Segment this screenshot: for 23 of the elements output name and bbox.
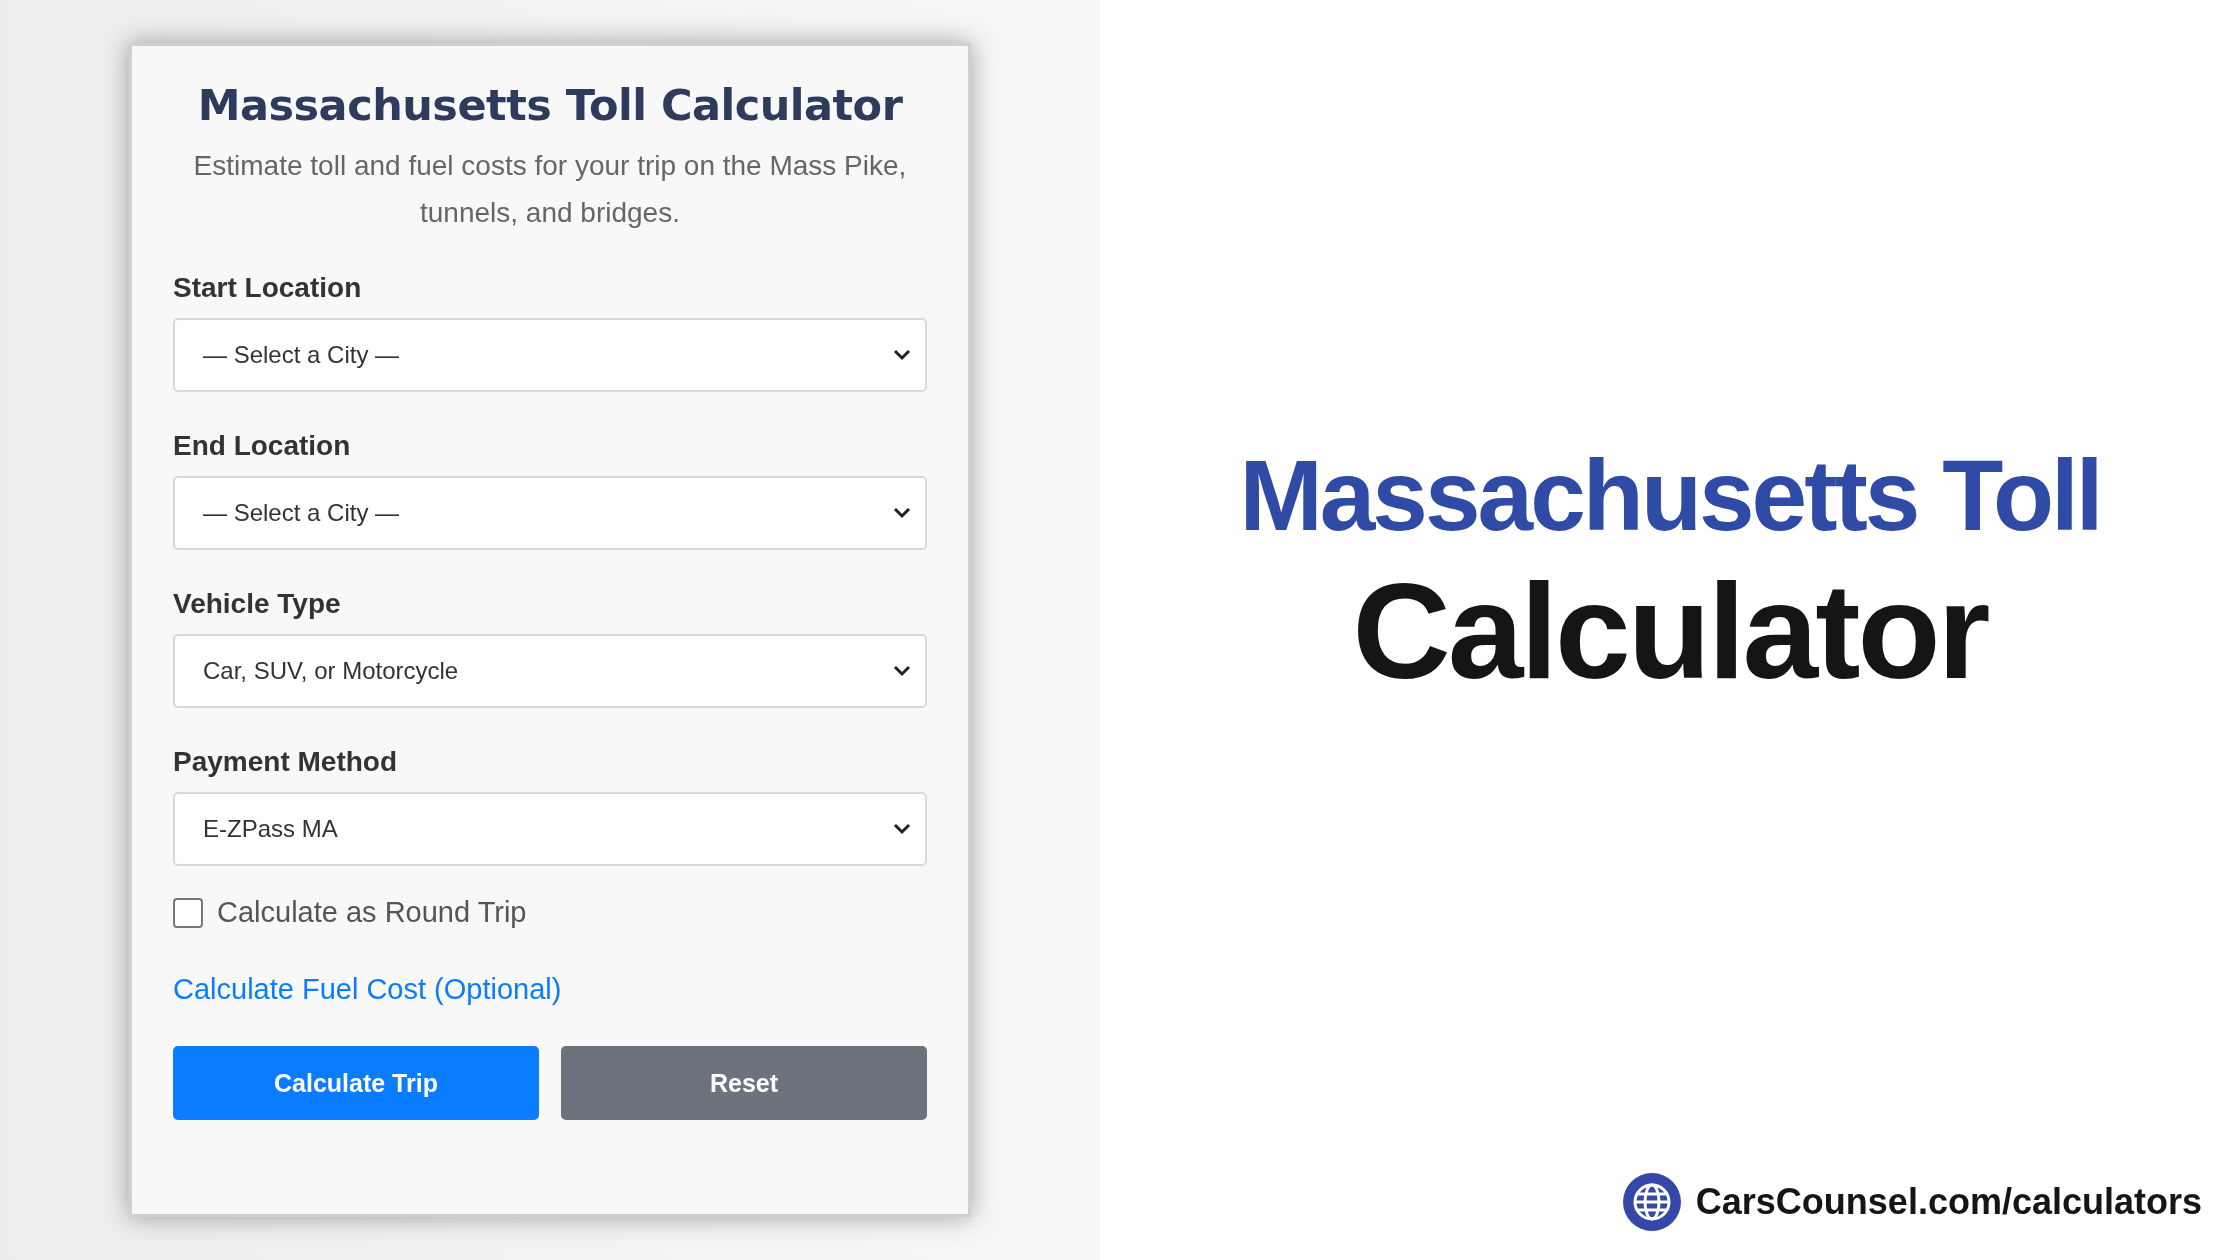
chevron-icon	[893, 349, 911, 361]
field-label: Start Location	[173, 272, 362, 304]
field-label: Payment Method	[173, 746, 398, 778]
globe-icon	[1621, 1172, 1682, 1232]
dropdown[interactable]: — Select a City —	[173, 318, 927, 392]
website-url: CarsCounsel.com/calculators	[1695, 1181, 2202, 1223]
chevron-icon	[893, 665, 911, 677]
headline: Calculator	[1352, 554, 1988, 709]
form-title: Massachusetts Toll Calculator	[196, 80, 904, 130]
dropdown[interactable]: E-ZPass MA	[173, 792, 927, 866]
dropdown[interactable]: Car, SUV, or Motorcycle	[173, 634, 927, 708]
field-label: End Location	[173, 430, 351, 462]
chevron-icon	[893, 507, 911, 519]
dropdown[interactable]: — Select a City —	[173, 476, 927, 550]
checkbox[interactable]	[173, 897, 203, 928]
fuel-cost-link[interactable]: Calculate Fuel Cost (Optional)	[173, 973, 562, 1006]
reset-button[interactable]: Reset	[561, 1046, 927, 1120]
checkbox-label: Calculate as Round Trip	[217, 896, 527, 929]
field-label: Vehicle Type	[173, 588, 341, 620]
chevron-icon	[893, 823, 911, 835]
form-subtitle: Estimate toll and fuel costs for your trip on the Mass Pike, tunnels, and bridges.	[192, 149, 908, 230]
headline: Massachusetts Toll	[1239, 440, 2101, 550]
calculate-button[interactable]: Calculate Trip	[173, 1046, 539, 1120]
